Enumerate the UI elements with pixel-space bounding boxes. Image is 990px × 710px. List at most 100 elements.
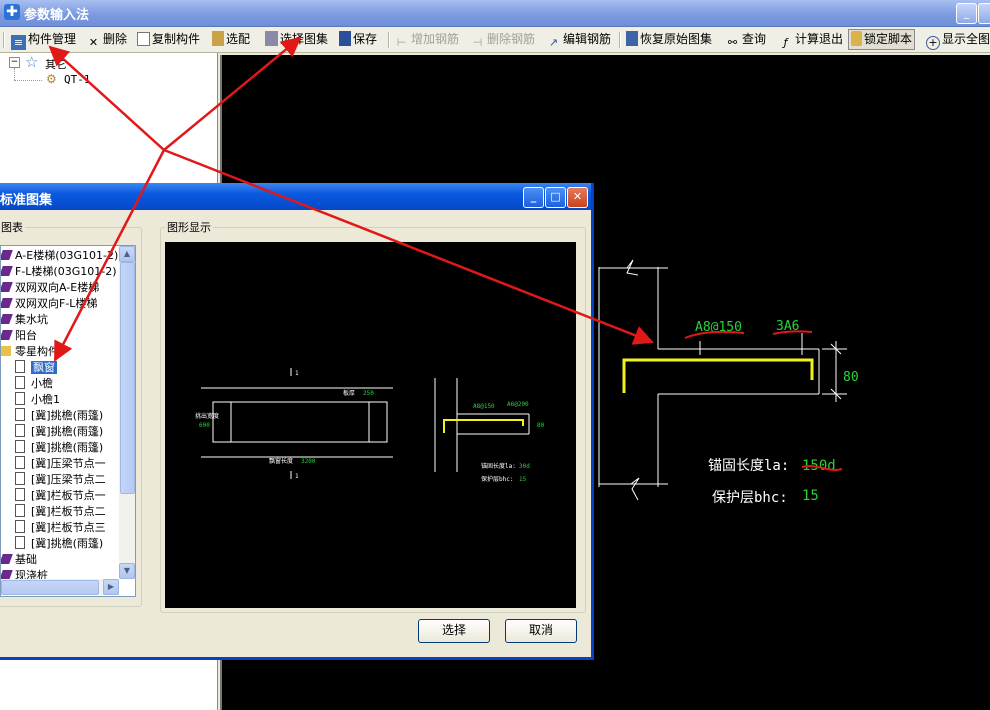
list-item[interactable]: 基础 [1, 552, 37, 568]
scroll-up-arrow-icon[interactable]: ▲ [119, 246, 135, 262]
rebar-line [622, 358, 814, 393]
list-item[interactable]: [冀]栏板节点一 [1, 488, 106, 504]
page-icon [15, 536, 25, 549]
canvas-cover-value: 15 [802, 488, 819, 504]
list-item[interactable]: 小檐1 [1, 392, 60, 408]
preview-group-label: 图形显示 [167, 221, 211, 234]
list-item[interactable]: 小檐 [1, 376, 53, 392]
list-horizontal-scrollbar[interactable]: ▶ [1, 579, 119, 595]
tree-child-label[interactable]: QT-1 [64, 73, 91, 86]
component-management-button[interactable]: ≡ 构件管理 [11, 30, 76, 50]
preview-anchor-value: 30d [519, 463, 530, 470]
page-icon [15, 472, 25, 485]
minimize-button[interactable]: _ [956, 3, 977, 24]
show-full-view-button[interactable]: + 显示全图 [926, 30, 990, 50]
chart-edit-icon: ↗ [548, 36, 559, 49]
preview-dim: 80 [537, 422, 545, 429]
zoom-fit-icon: + [926, 36, 940, 50]
lock-script-button[interactable]: 锁定脚本 [848, 29, 916, 50]
atlas-list[interactable]: A-E楼梯(03G101-2) F-L楼梯(03G101-2) 双网双向A-E楼… [0, 245, 136, 597]
preview-extend-value: 600 [199, 422, 210, 429]
list-vertical-scrollbar[interactable]: ▲ ▼ [119, 246, 135, 579]
list-item[interactable]: A-E楼梯(03G101-2) [1, 248, 118, 264]
list-item[interactable]: F-L楼梯(03G101-2) [1, 264, 117, 280]
restore-icon [626, 31, 638, 46]
edit-rebar-button[interactable]: ↗ 编辑钢筋 [546, 30, 611, 49]
preview-length-label: 飘窗长度 [269, 457, 293, 465]
page-icon [15, 440, 25, 453]
delete-button[interactable]: ✕ 删除 [86, 30, 127, 49]
gear-icon: ⚙ [46, 72, 57, 86]
list-item[interactable]: 双网双向F-L楼梯 [1, 296, 97, 312]
open-folder-icon [1, 346, 11, 356]
page-icon [15, 392, 25, 405]
list-item[interactable]: [冀]挑檐(雨篷) [1, 440, 103, 456]
clipboard-icon [212, 31, 224, 46]
list-item-selected[interactable]: 飘窗 [1, 360, 57, 376]
list-item[interactable]: [冀]挑檐(雨篷) [1, 536, 103, 552]
select-config-button[interactable]: 选配 [212, 30, 250, 49]
delete-rebar-button[interactable]: ⊣ 删除钢筋 [470, 30, 535, 49]
preview-cover-value: 15 [519, 476, 527, 483]
restore-button[interactable] [978, 3, 990, 24]
scroll-thumb[interactable] [120, 262, 135, 494]
add-rebar-button[interactable]: ⊢ 增加钢筋 [394, 30, 459, 49]
query-button[interactable]: ⚯ 查询 [725, 30, 766, 49]
toolbar-separator [388, 32, 390, 48]
preview-canvas: 板厚 250 挑出宽度 600 飘窗长度 3200 1 1 A8@150 A6@… [165, 242, 576, 608]
copy-component-button[interactable]: 复制构件 [137, 30, 200, 49]
page-icon [15, 504, 25, 517]
preview-top-rebar: A8@150 [473, 403, 495, 410]
list-item[interactable]: [冀]挑檐(雨篷) [1, 424, 103, 440]
scroll-right-arrow-icon[interactable]: ▶ [103, 579, 119, 595]
page-icon [15, 456, 25, 469]
main-toolbar: ≡ 构件管理 ✕ 删除 复制构件 选配 选择图集 保存 ⊢ 增加钢筋 ⊣ 删除钢筋 ↗ 编… [0, 27, 990, 53]
list-item[interactable]: [冀]压梁节点二 [1, 472, 106, 488]
list-item[interactable]: [冀]栏板节点二 [1, 504, 106, 520]
preview-rebar-line [443, 419, 524, 433]
list-item[interactable]: 集水坑 [1, 312, 48, 328]
canvas-cover-label: 保护层bhc: [712, 490, 788, 506]
list-item[interactable]: 阳台 [1, 328, 37, 344]
save-button[interactable]: 保存 [339, 30, 377, 49]
list-item[interactable]: [冀]压梁节点一 [1, 456, 106, 472]
dialog-title: 标准图集 [0, 193, 53, 208]
book-icon [1, 298, 13, 308]
tree-line [14, 80, 42, 82]
list-group-label: 图表 [1, 221, 23, 234]
list-item[interactable]: [冀]栏板节点三 [1, 520, 106, 536]
calculate-exit-button[interactable]: ƒ 计算退出 [778, 30, 843, 49]
page-icon [15, 488, 25, 501]
preview-length-value: 3200 [301, 458, 316, 465]
list-item[interactable]: [冀]挑檐(雨篷) [1, 408, 103, 424]
atlas-icon [265, 31, 278, 46]
tree-root-label[interactable]: 其它 [45, 56, 67, 72]
delete-rebar-icon: ⊣ [472, 36, 483, 49]
copy-icon [137, 32, 150, 46]
preview-section-mark-top: 1 [295, 370, 299, 377]
dialog-close-button[interactable]: ✕ [567, 187, 588, 208]
restore-atlas-button[interactable]: 恢复原始图集 [626, 30, 712, 49]
dialog-minimize-button[interactable]: _ [523, 187, 544, 208]
canvas-anchor-label: 锚固长度la: [708, 458, 789, 474]
tree-collapse-toggle[interactable]: − [9, 57, 20, 68]
book-icon [1, 314, 13, 324]
toolbar-separator [619, 32, 621, 48]
dialog-title-bar: 标准图集 _ □ ✕ [0, 183, 591, 210]
preview-thickness-value: 250 [363, 390, 374, 397]
select-button[interactable]: 选择 [418, 619, 490, 643]
select-atlas-button[interactable]: 选择图集 [265, 30, 328, 49]
preview-thickness-label: 板厚 [343, 389, 355, 397]
book-icon [1, 330, 13, 340]
dialog-maximize-button[interactable]: □ [545, 187, 566, 208]
app-icon: ✚ [4, 4, 20, 20]
list-item[interactable]: 双网双向A-E楼梯 [1, 280, 99, 296]
scroll-down-arrow-icon[interactable]: ▼ [119, 563, 135, 579]
delete-x-icon: ✕ [88, 36, 99, 49]
book-icon [1, 250, 13, 260]
hscroll-thumb[interactable] [1, 580, 99, 595]
list-item[interactable]: 零星构件 [1, 344, 59, 360]
book-icon [1, 554, 13, 564]
component-list-icon: ≡ [11, 35, 26, 50]
cancel-button[interactable]: 取消 [505, 619, 577, 643]
